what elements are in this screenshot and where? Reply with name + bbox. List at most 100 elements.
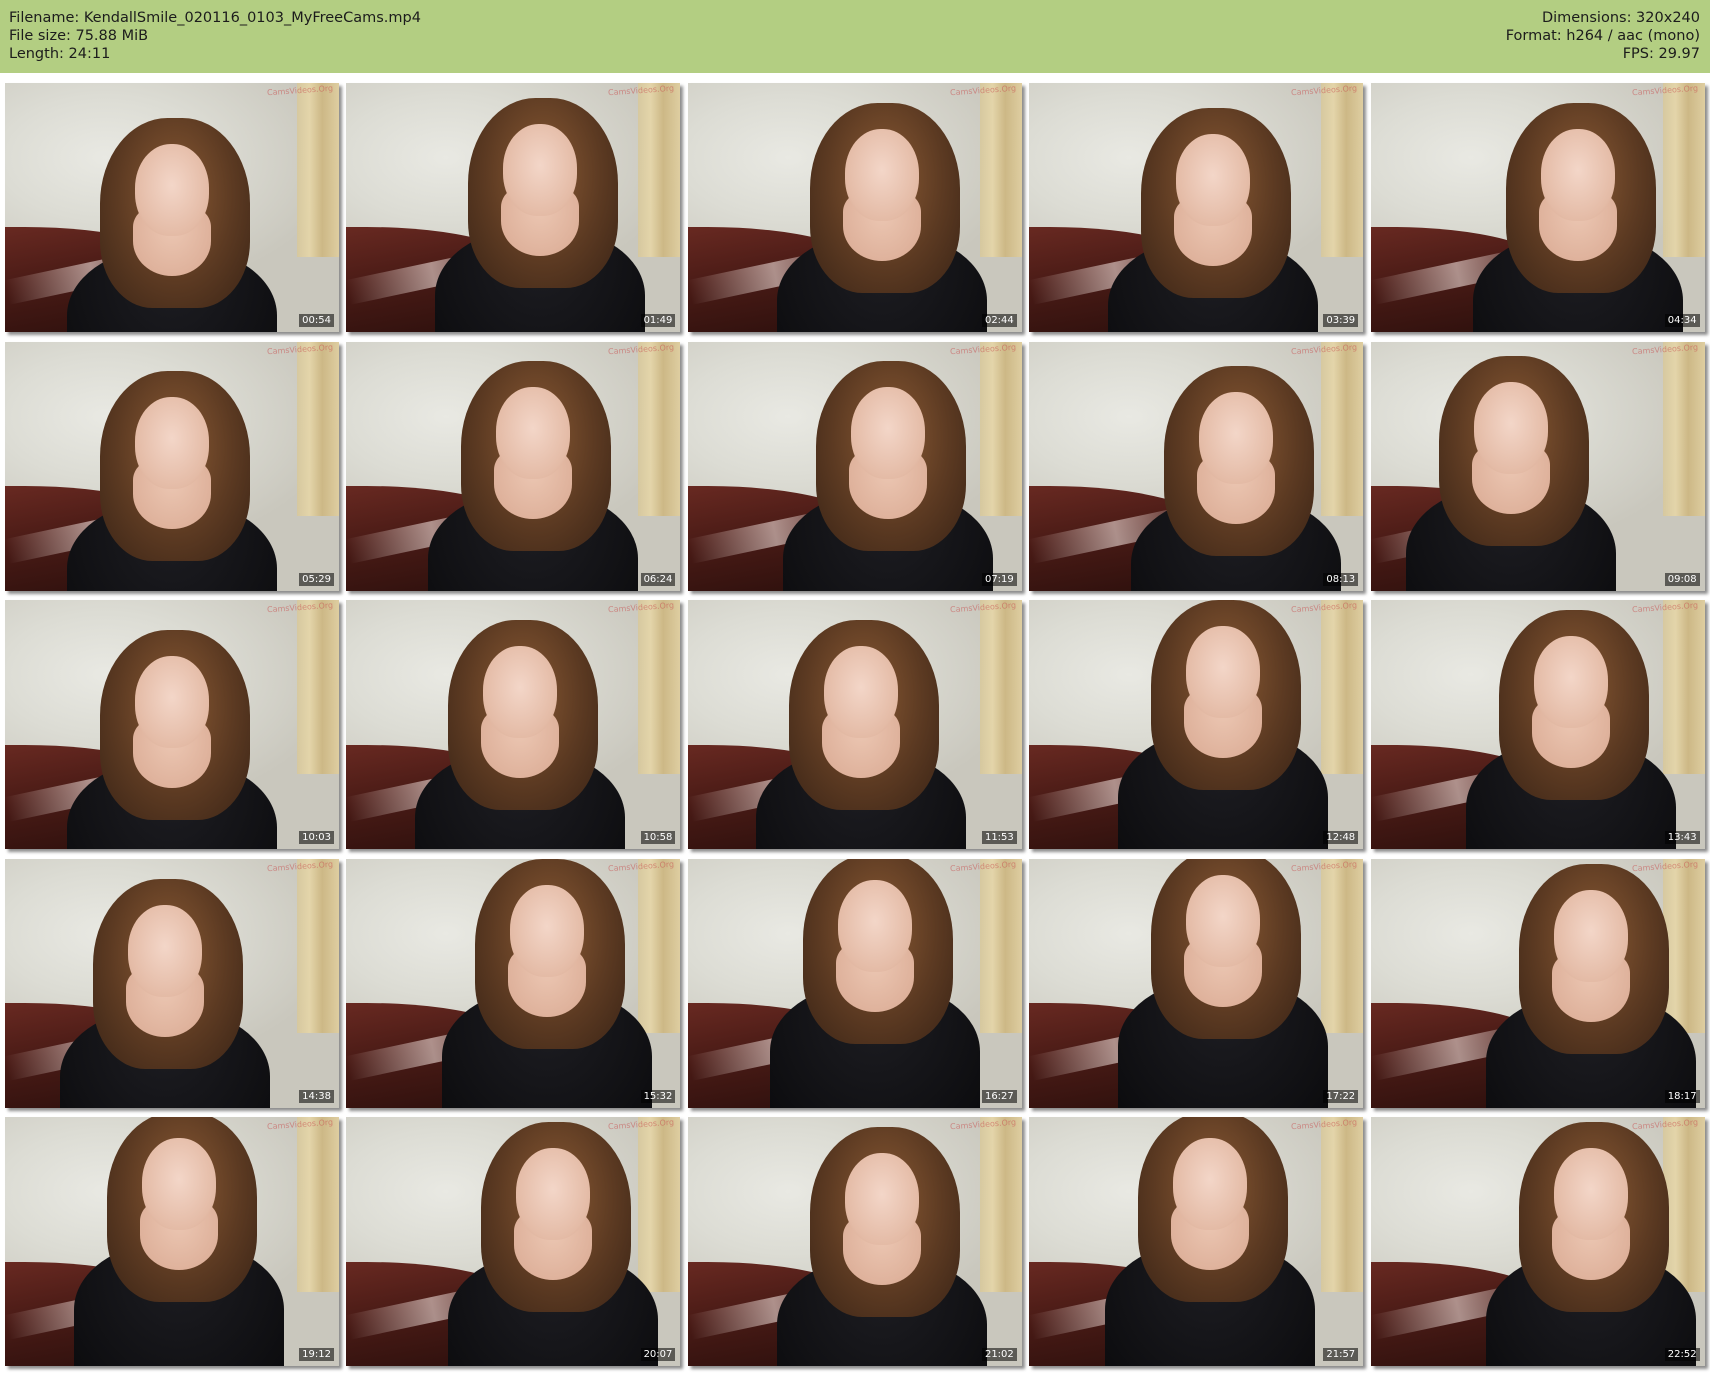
person-face (516, 1148, 591, 1241)
frame-timestamp: 05:29 (299, 572, 334, 586)
person-face (1175, 133, 1250, 226)
person-face (496, 387, 571, 480)
frame-timestamp: 09:08 (1664, 572, 1700, 586)
video-frame-thumbnail[interactable]: CamsVideos.Org 02:44 (687, 83, 1022, 332)
frame-timestamp: 11:53 (981, 831, 1017, 845)
curtain (638, 858, 681, 1034)
curtain (979, 600, 1022, 775)
video-frame-thumbnail[interactable]: CamsVideos.Org 19:12 (5, 1117, 339, 1367)
file-info: Filename: KendallSmile_020116_0103_MyFre… (9, 9, 421, 63)
curtain (297, 83, 339, 258)
person-face (509, 884, 584, 977)
curtain (979, 1117, 1022, 1292)
video-frame-thumbnail[interactable]: CamsVideos.Org 11:53 (687, 600, 1022, 850)
video-frame-thumbnail[interactable]: CamsVideos.Org 22:52 (1370, 1117, 1705, 1367)
video-frame-thumbnail[interactable]: CamsVideos.Org 04:34 (1370, 83, 1705, 332)
person-face (844, 128, 919, 221)
frame-timestamp: 15:32 (640, 1089, 676, 1103)
frame-timestamp: 14:38 (299, 1089, 334, 1103)
video-frame-thumbnail[interactable]: CamsVideos.Org 14:38 (5, 858, 339, 1108)
curtain (1662, 600, 1705, 775)
person-face (135, 143, 209, 236)
person-face (1185, 626, 1260, 719)
frame-timestamp: 13:43 (1664, 831, 1700, 845)
video-frame-thumbnail[interactable]: CamsVideos.Org 09:08 (1370, 341, 1705, 591)
person-face (503, 123, 578, 216)
frame-timestamp: 17:22 (1323, 1089, 1359, 1103)
person-face (128, 904, 203, 997)
person-face (141, 1138, 216, 1231)
contact-sheet: Filename: KendallSmile_020116_0103_MyFre… (0, 0, 1710, 1373)
video-frame-thumbnail[interactable]: CamsVideos.Org 21:57 (1029, 1117, 1364, 1367)
video-frame-thumbnail[interactable]: CamsVideos.Org 00:54 (5, 83, 339, 332)
curtain (638, 341, 681, 516)
video-frame-thumbnail[interactable]: CamsVideos.Org 08:13 (1029, 341, 1364, 591)
curtain (1662, 341, 1705, 516)
video-frame-thumbnail[interactable]: CamsVideos.Org 20:07 (346, 1117, 681, 1367)
video-frame-thumbnail[interactable]: CamsVideos.Org 01:49 (346, 83, 681, 332)
person-face (1533, 636, 1608, 729)
video-frame-thumbnail[interactable]: CamsVideos.Org 16:27 (687, 858, 1022, 1108)
fps-text: FPS: 29.97 (1622, 46, 1700, 62)
video-frame-thumbnail[interactable]: CamsVideos.Org 06:24 (346, 341, 681, 591)
frame-timestamp: 04:34 (1664, 314, 1700, 327)
curtain (638, 1117, 681, 1292)
dimensions-text: Dimensions: 320x240 (1541, 10, 1700, 26)
frame-timestamp: 21:57 (1323, 1348, 1359, 1362)
video-frame-thumbnail[interactable]: CamsVideos.Org 18:17 (1370, 858, 1705, 1108)
frame-timestamp: 03:39 (1323, 314, 1359, 327)
video-frame-thumbnail[interactable]: CamsVideos.Org 07:19 (687, 341, 1022, 591)
video-frame-thumbnail[interactable]: CamsVideos.Org 13:43 (1370, 600, 1705, 850)
video-frame-thumbnail[interactable]: CamsVideos.Org 05:29 (5, 341, 339, 591)
video-frame-thumbnail[interactable]: CamsVideos.Org 10:58 (346, 600, 681, 850)
frame-timestamp: 19:12 (299, 1348, 334, 1362)
curtain (638, 83, 681, 258)
frame-timestamp: 02:44 (981, 314, 1017, 327)
curtain (297, 858, 339, 1034)
video-frame-thumbnail[interactable]: CamsVideos.Org 12:48 (1029, 600, 1364, 850)
frame-timestamp: 10:03 (299, 831, 334, 845)
filename-text: Filename: KendallSmile_020116_0103_MyFre… (9, 10, 421, 26)
person-face (1185, 874, 1260, 967)
video-frame-thumbnail[interactable]: CamsVideos.Org 03:39 (1029, 83, 1364, 332)
stream-info: Dimensions: 320x240 Format: h264 / aac (… (1506, 9, 1700, 63)
info-header: Filename: KendallSmile_020116_0103_MyFre… (0, 0, 1710, 73)
filesize-text: File size: 75.88 MiB (9, 28, 149, 44)
frame-timestamp: 18:17 (1664, 1089, 1700, 1103)
person-face (1172, 1138, 1247, 1231)
frame-timestamp: 08:13 (1323, 572, 1359, 586)
person-face (844, 1153, 919, 1246)
curtain (1321, 858, 1364, 1034)
person-face (851, 387, 926, 480)
video-frame-thumbnail[interactable]: CamsVideos.Org 10:03 (5, 600, 339, 850)
curtain (979, 83, 1022, 258)
frame-timestamp: 07:19 (981, 572, 1017, 586)
frame-timestamp: 00:54 (299, 314, 334, 327)
person-face (135, 656, 209, 749)
person-face (135, 397, 209, 490)
person-face (1540, 128, 1615, 221)
length-text: Length: 24:11 (9, 46, 111, 62)
person-face (824, 646, 899, 739)
curtain (638, 600, 681, 775)
curtain (1321, 341, 1364, 516)
curtain (1321, 1117, 1364, 1292)
person-face (483, 646, 558, 739)
frame-timestamp: 10:58 (640, 831, 676, 845)
person-face (837, 879, 912, 972)
person-face (1199, 392, 1274, 485)
curtain (1321, 600, 1364, 775)
video-frame-thumbnail[interactable]: CamsVideos.Org 17:22 (1029, 858, 1364, 1108)
format-text: Format: h264 / aac (mono) (1505, 28, 1700, 44)
curtain (297, 600, 339, 775)
video-frame-thumbnail[interactable]: CamsVideos.Org 15:32 (346, 858, 681, 1108)
frame-timestamp: 16:27 (981, 1089, 1017, 1103)
curtain (979, 858, 1022, 1034)
curtain (297, 1117, 339, 1292)
frame-timestamp: 01:49 (640, 314, 676, 327)
curtain (979, 341, 1022, 516)
curtain (297, 341, 339, 516)
frame-timestamp: 06:24 (640, 572, 676, 586)
person-face (1554, 889, 1628, 982)
video-frame-thumbnail[interactable]: CamsVideos.Org 21:02 (687, 1117, 1022, 1367)
